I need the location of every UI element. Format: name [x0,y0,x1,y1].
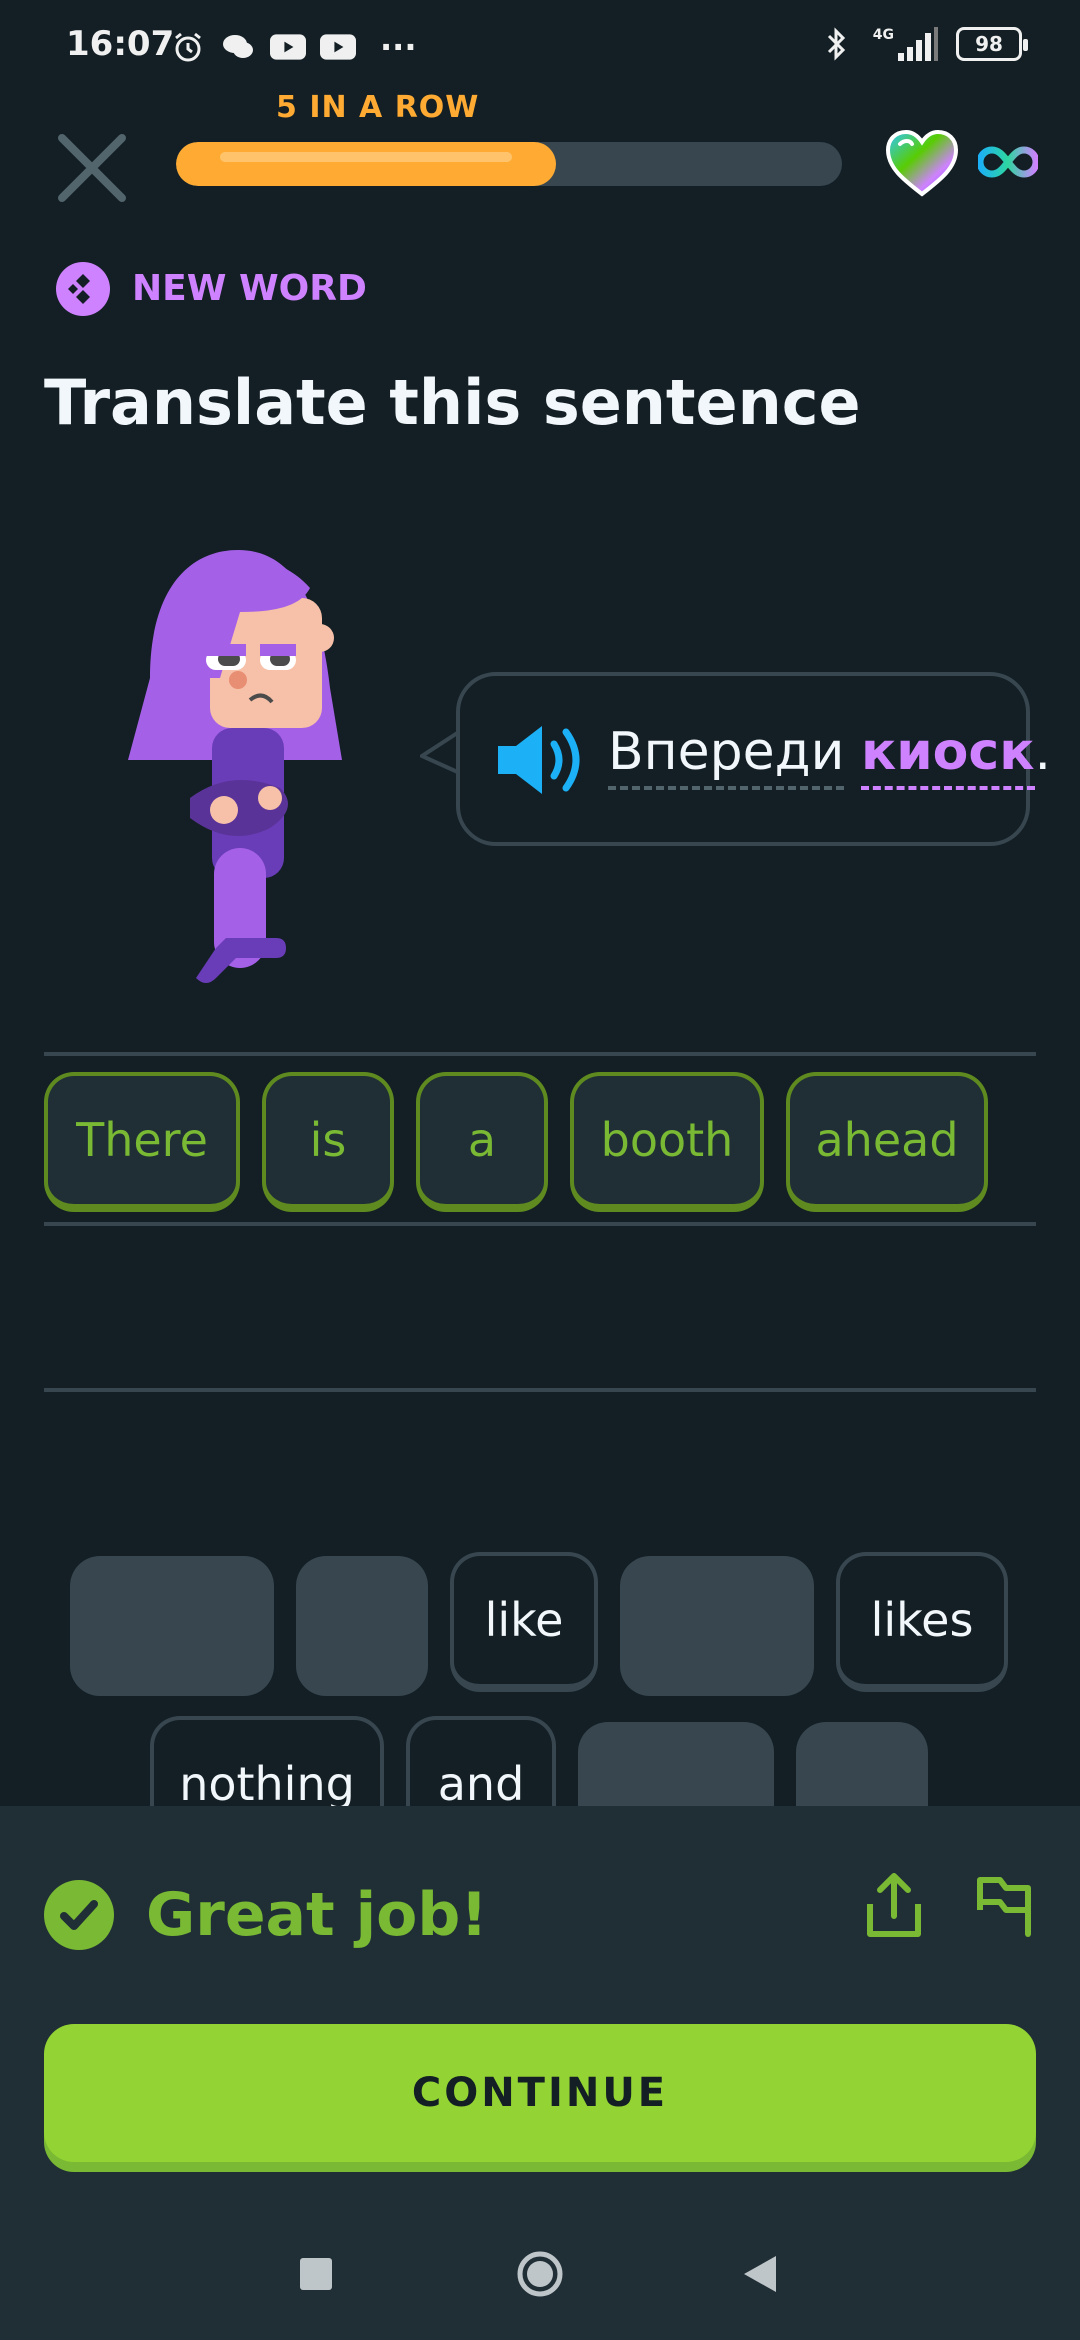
chat-icon [220,29,256,65]
youtube-icon [270,29,306,65]
new-word-icon [56,262,110,316]
youtube-icon [320,29,356,65]
recent-apps-button[interactable] [300,2258,332,2290]
infinity-icon [976,140,1040,184]
prompt-phrase[interactable]: Впереди киоск. [608,722,1052,790]
answer-line [44,1388,1036,1392]
page-title: Translate this sentence [44,366,861,439]
feedback-message: Great job! [146,1880,488,1950]
check-icon [44,1880,114,1950]
speaker-icon[interactable] [494,722,590,798]
back-button[interactable] [742,2254,778,2294]
close-icon [58,134,126,202]
alarm-icon [170,29,206,65]
answer-line [44,1052,1036,1056]
status-time: 16:07 [66,24,175,64]
answer-line [44,1222,1036,1226]
status-system-icons: 4G 98 [819,26,1028,62]
bluetooth-icon [819,26,855,62]
prompt-new-word[interactable]: киоск [860,722,1035,790]
network-type: 4G [873,27,938,61]
prompt-punctuation: . [1034,722,1052,782]
close-button[interactable] [52,128,132,208]
progress-shine [220,152,512,162]
share-icon[interactable] [862,1870,926,1942]
character-illustration [120,548,360,988]
word-bank-chip[interactable]: like [450,1552,598,1692]
answer-word-chip[interactable]: a [416,1072,548,1212]
answer-word-chip[interactable]: ahead [786,1072,988,1212]
continue-button[interactable]: CONTINUE [44,2024,1036,2162]
signal-icon [898,27,938,61]
status-notification-icons: ··· [170,28,416,66]
report-flag-icon[interactable] [974,1870,1034,1938]
home-button[interactable] [516,2250,564,2298]
word-bank-slot-empty [620,1556,814,1696]
prompt-word[interactable]: Впереди [608,722,845,790]
new-word-label: NEW WORD [132,268,367,309]
progress-fill [176,142,556,186]
word-bank-slot-empty [70,1556,274,1696]
battery-icon: 98 [956,27,1028,61]
lesson-progress-bar [176,142,842,186]
answer-word-chip[interactable]: There [44,1072,240,1212]
more-notifications-icon: ··· [380,28,417,66]
streak-label: 5 IN A ROW [276,90,480,125]
answer-word-chip[interactable]: is [262,1072,394,1212]
word-bank-slot-empty [296,1556,428,1696]
word-bank-chip[interactable]: likes [836,1552,1008,1692]
heart-icon[interactable] [884,128,960,198]
answer-word-chip[interactable]: booth [570,1072,764,1212]
